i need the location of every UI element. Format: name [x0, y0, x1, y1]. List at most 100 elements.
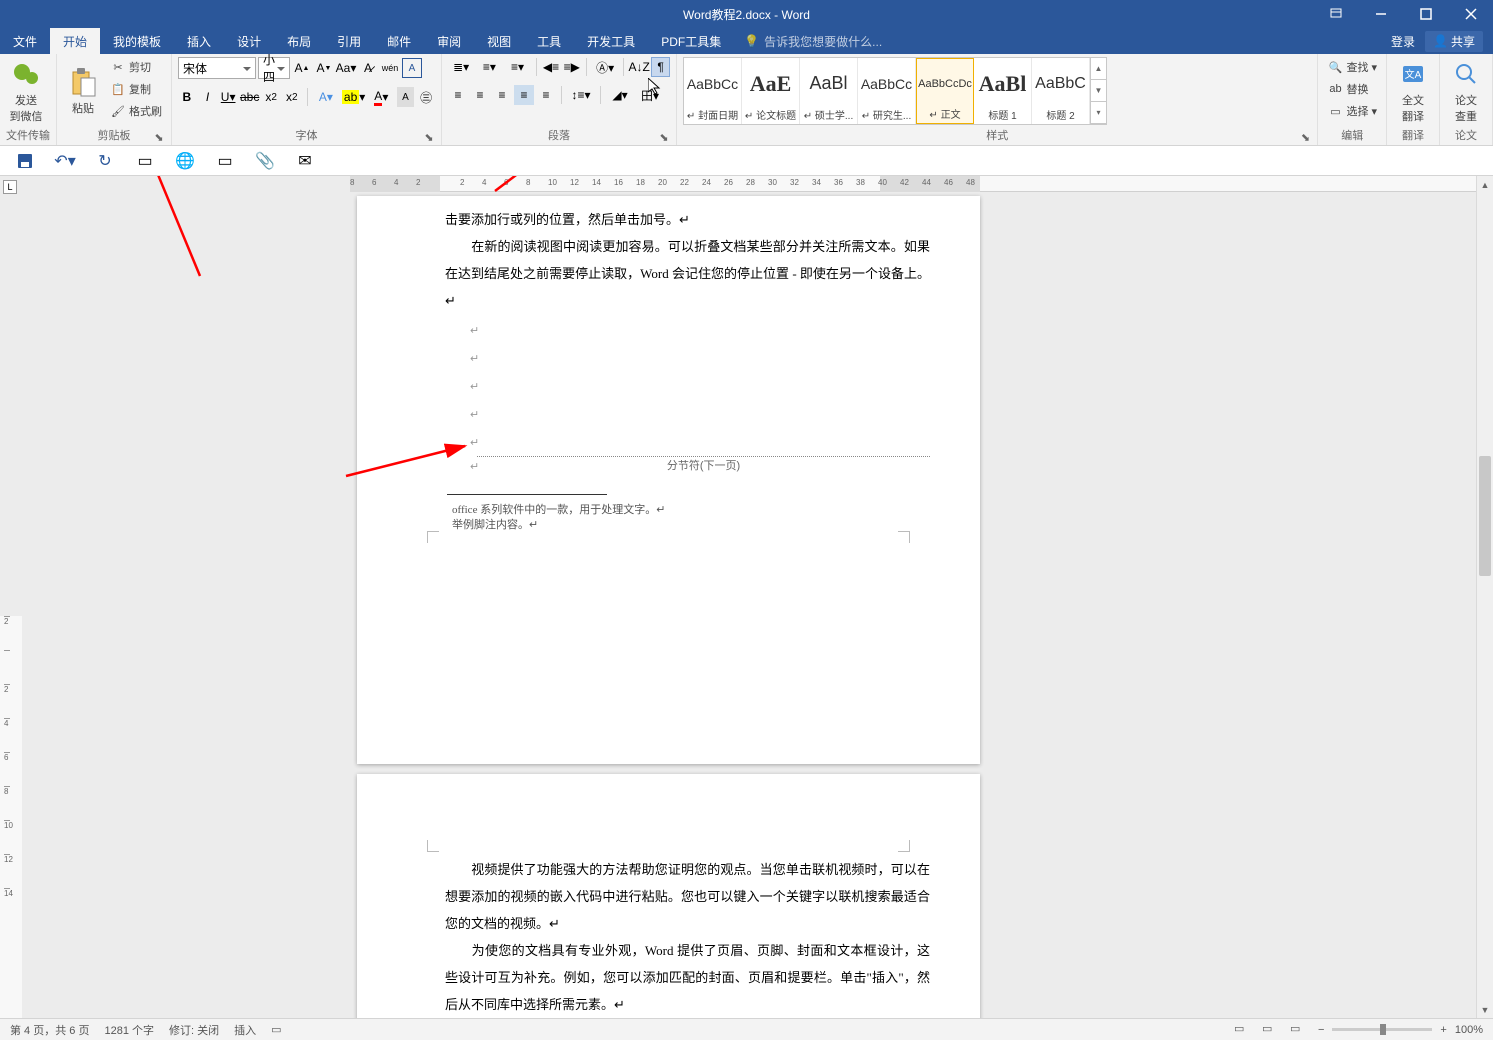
tab-selector[interactable]: L [3, 180, 17, 194]
save-button[interactable] [15, 151, 35, 171]
text-effects-button[interactable]: A▾ [314, 87, 339, 107]
italic-button[interactable]: I [199, 87, 217, 107]
font-name-combo[interactable]: 宋体 [178, 57, 256, 79]
tab-references[interactable]: 引用 [324, 28, 374, 54]
maximize-button[interactable] [1403, 0, 1448, 28]
document-page-1[interactable]: 击要添加行或列的位置，然后单击加号。↵ 在新的阅读视图中阅读更加容易。可以折叠文… [357, 196, 980, 764]
share-button[interactable]: 👤 共享 [1425, 31, 1483, 52]
font-size-combo[interactable]: 小四 [258, 57, 290, 79]
qat-btn-2[interactable]: 🌐 [175, 151, 195, 171]
zoom-slider[interactable] [1332, 1028, 1432, 1031]
redo-button[interactable]: ↻ [95, 151, 115, 171]
tell-me-search[interactable]: 💡 告诉我您想要做什么... [744, 28, 882, 54]
grow-font-button[interactable]: A▲ [292, 58, 312, 78]
underline-button[interactable]: U▾ [219, 87, 237, 107]
shading-button[interactable]: ◢▾ [606, 85, 634, 105]
clear-formatting-button[interactable]: A̷ [358, 58, 378, 78]
show-hide-marks-button[interactable]: ¶ [651, 57, 670, 77]
qat-btn-4[interactable]: 📎 [255, 151, 275, 171]
numbering-button[interactable]: ≡▾ [476, 57, 502, 77]
scroll-down-icon[interactable]: ▼ [1477, 1001, 1493, 1018]
style-heading1[interactable]: AaBl标题 1 [974, 58, 1032, 124]
clipboard-launcher-icon[interactable]: ⬊ [153, 131, 165, 143]
strikethrough-button[interactable]: abc [240, 87, 259, 107]
sort-button[interactable]: A↓Z [629, 57, 649, 77]
status-track[interactable]: 修订: 关闭 [169, 1022, 219, 1038]
format-painter-button[interactable]: 🖌格式刷 [107, 101, 165, 121]
tab-insert[interactable]: 插入 [174, 28, 224, 54]
qat-btn-3[interactable]: ▭ [215, 151, 235, 171]
status-mode[interactable]: 插入 [234, 1022, 256, 1038]
style-researcher[interactable]: AaBbCc↵ 研究生... [858, 58, 916, 124]
style-heading2[interactable]: AaBbC标题 2 [1032, 58, 1090, 124]
close-button[interactable] [1448, 0, 1493, 28]
phonetic-guide-button[interactable]: wén [380, 58, 400, 78]
change-case-button[interactable]: Aa▾ [336, 58, 356, 78]
undo-button[interactable]: ↶▾ [55, 151, 75, 171]
replace-button[interactable]: ab替换 [1324, 79, 1380, 99]
style-cover-date[interactable]: AaBbCc↵ 封面日期 [684, 58, 742, 124]
view-read-button[interactable]: ▭ [1234, 1022, 1254, 1038]
tab-home[interactable]: 开始 [50, 28, 100, 54]
horizontal-ruler[interactable]: 8642246810121416182022242628303234363840… [350, 176, 1493, 192]
style-normal[interactable]: AaBbCcDc↵ 正文 [916, 58, 974, 124]
document-page-2[interactable]: 视频提供了功能强大的方法帮助您证明您的观点。当您单击联机视频时，可以在想要添加的… [357, 774, 980, 1018]
status-macro-icon[interactable]: ▭ [271, 1023, 281, 1036]
papercheck-button[interactable]: 论文 查重 [1446, 57, 1486, 125]
cut-button[interactable]: ✂剪切 [107, 57, 165, 77]
scrollbar-thumb[interactable] [1479, 456, 1491, 576]
highlight-button[interactable]: ab▾ [341, 87, 366, 107]
tab-developer[interactable]: 开发工具 [574, 28, 648, 54]
paste-button[interactable]: 粘贴 [63, 57, 103, 125]
tab-view[interactable]: 视图 [474, 28, 524, 54]
view-print-button[interactable]: ▭ [1262, 1022, 1282, 1038]
tab-mytemplates[interactable]: 我的模板 [100, 28, 174, 54]
qat-btn-5[interactable]: ✉ [295, 151, 315, 171]
char-shading-button[interactable]: A [397, 87, 415, 107]
line-spacing-button[interactable]: ↕≡▾ [567, 85, 595, 105]
subscript-button[interactable]: x2 [262, 87, 280, 107]
qat-btn-1[interactable]: ▭ [135, 151, 155, 171]
select-button[interactable]: ▭选择 ▾ [1324, 101, 1380, 121]
align-left-button[interactable]: ≡ [448, 85, 468, 105]
ribbon-options-icon[interactable] [1313, 0, 1358, 28]
paragraph-launcher-icon[interactable]: ⬊ [658, 131, 670, 143]
tab-layout[interactable]: 布局 [274, 28, 324, 54]
shrink-font-button[interactable]: A▼ [314, 58, 334, 78]
font-color-button[interactable]: A▾ [369, 87, 394, 107]
asian-layout-button[interactable]: Ⓐ▾ [592, 57, 618, 77]
increase-indent-button[interactable]: ≡▶ [562, 57, 581, 77]
style-master[interactable]: AaBl↵ 硕士学... [800, 58, 858, 124]
superscript-button[interactable]: x2 [283, 87, 301, 107]
status-words[interactable]: 1281 个字 [104, 1022, 154, 1038]
styles-launcher-icon[interactable]: ⬊ [1299, 131, 1311, 143]
copy-button[interactable]: 📋复制 [107, 79, 165, 99]
scroll-up-icon[interactable]: ▲ [1477, 176, 1493, 193]
style-thesis-title[interactable]: AaE↵ 论文标题 [742, 58, 800, 124]
status-page[interactable]: 第 4 页，共 6 页 [10, 1022, 89, 1038]
distribute-button[interactable]: ≡ [536, 85, 556, 105]
zoom-level[interactable]: 100% [1455, 1024, 1483, 1036]
view-web-button[interactable]: ▭ [1290, 1022, 1310, 1038]
tab-pdftools[interactable]: PDF工具集 [648, 28, 734, 54]
bullets-button[interactable]: ≣▾ [448, 57, 474, 77]
char-border-button[interactable]: A [402, 58, 422, 78]
translate-button[interactable]: 文A全文 翻译 [1393, 57, 1433, 125]
send-to-wechat-button[interactable]: 发送 到微信 [6, 57, 46, 125]
zoom-in-button[interactable]: + [1440, 1024, 1446, 1036]
find-button[interactable]: 🔍查找 ▾ [1324, 57, 1380, 77]
justify-button[interactable]: ≡ [514, 85, 534, 105]
tab-file[interactable]: 文件 [0, 28, 50, 54]
styles-gallery[interactable]: AaBbCc↵ 封面日期 AaE↵ 论文标题 AaBl↵ 硕士学... AaBb… [683, 57, 1107, 125]
styles-gallery-spin[interactable]: ▲▼▾ [1090, 58, 1106, 124]
decrease-indent-button[interactable]: ◀≡ [542, 57, 561, 77]
align-center-button[interactable]: ≡ [470, 85, 490, 105]
login-link[interactable]: 登录 [1391, 33, 1415, 50]
align-right-button[interactable]: ≡ [492, 85, 512, 105]
minimize-button[interactable] [1358, 0, 1403, 28]
vertical-scrollbar[interactable]: ▲ ▼ [1476, 176, 1493, 1018]
tab-mailings[interactable]: 邮件 [374, 28, 424, 54]
tab-tools[interactable]: 工具 [524, 28, 574, 54]
vertical-ruler[interactable]: 22468101214 [0, 616, 22, 1018]
enclose-char-button[interactable]: ㊂ [417, 87, 435, 107]
